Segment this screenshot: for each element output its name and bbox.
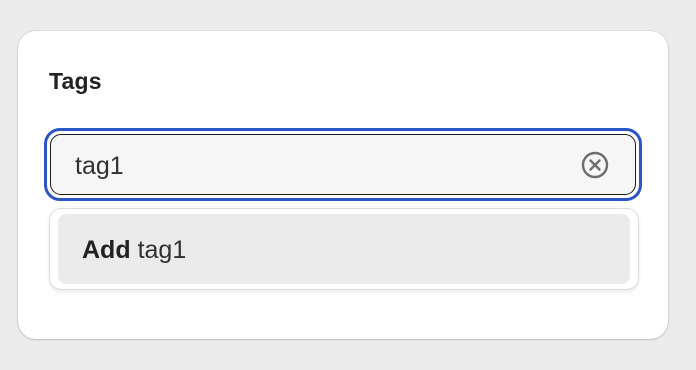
- tag-input-wrapper: [44, 128, 642, 201]
- clear-icon[interactable]: [579, 149, 611, 181]
- option-value: tag1: [137, 236, 187, 264]
- tag-suggestions-dropdown: Add tag1: [49, 208, 639, 290]
- tag-input-box[interactable]: [50, 134, 636, 195]
- option-verb: Add: [82, 236, 131, 264]
- card-title: Tags: [49, 68, 102, 94]
- add-tag-option[interactable]: Add tag1: [58, 214, 630, 284]
- tag-input[interactable]: [75, 152, 555, 181]
- add-tag-option-label: Add tag1: [82, 236, 186, 265]
- tags-card: Tags Add tag1: [18, 31, 668, 339]
